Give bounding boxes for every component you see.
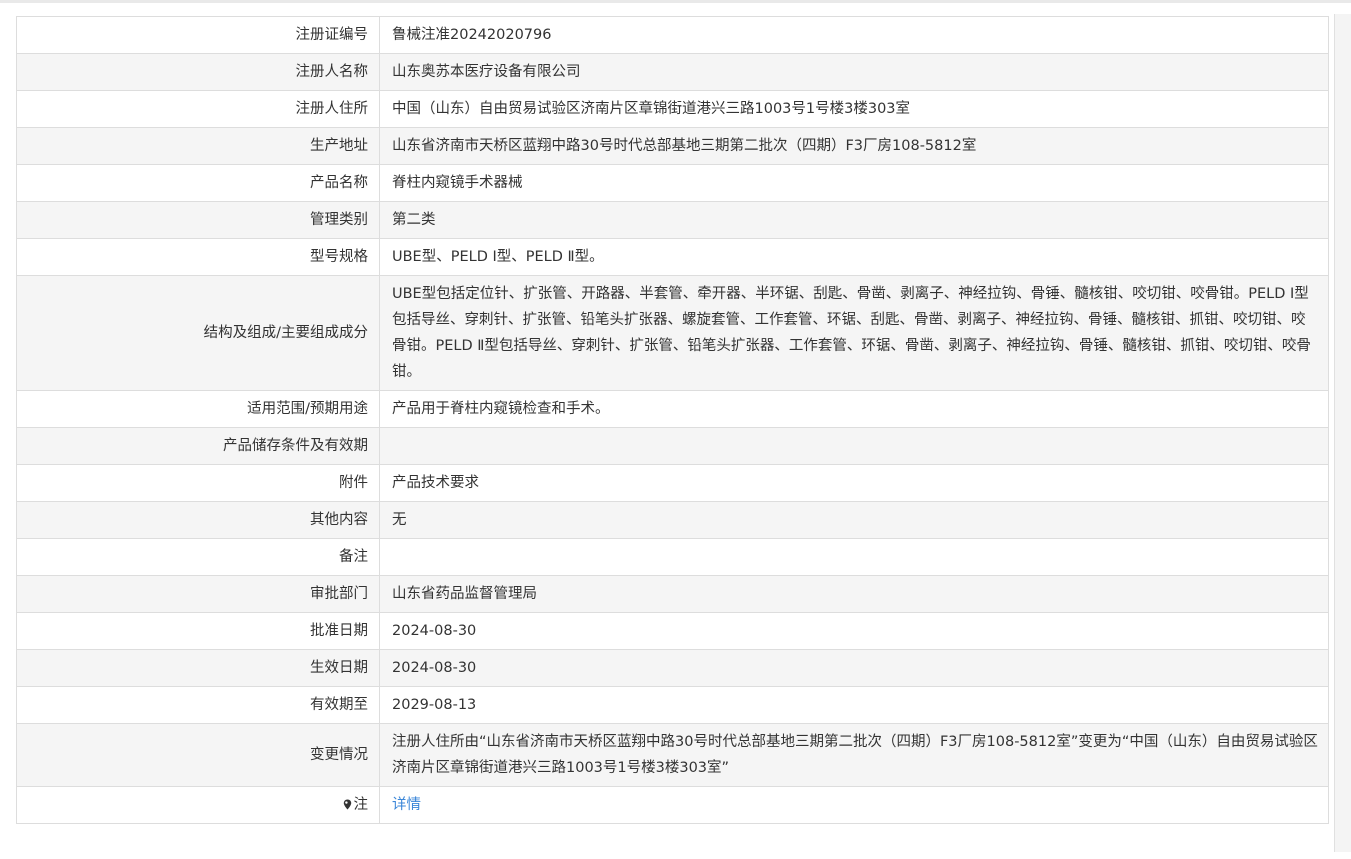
note-value-cell: 详情 — [379, 786, 1329, 824]
detail-table-body: 注册证编号 鲁械注准20242020796 注册人名称 山东奥苏本医疗设备有限公… — [16, 16, 1329, 824]
field-value: 山东省济南市天桥区蓝翔中路30号时代总部基地三期第二批次（四期）F3厂房108-… — [379, 127, 1329, 165]
table-row: 其他内容 无 — [16, 501, 1329, 539]
table-row: 产品名称 脊柱内窥镜手术器械 — [16, 164, 1329, 202]
field-value — [379, 427, 1329, 465]
field-label: 审批部门 — [16, 575, 380, 613]
field-label: 产品名称 — [16, 164, 380, 202]
table-row: 注册证编号 鲁械注准20242020796 — [16, 16, 1329, 54]
table-row: 有效期至 2029-08-13 — [16, 686, 1329, 724]
field-value: 2029-08-13 — [379, 686, 1329, 724]
details-link[interactable]: 详情 — [392, 797, 421, 813]
table-row: 适用范围/预期用途 产品用于脊柱内窥镜检查和手术。 — [16, 390, 1329, 428]
registration-detail-page: 注册证编号 鲁械注准20242020796 注册人名称 山东奥苏本医疗设备有限公… — [0, 0, 1351, 859]
field-label: 结构及组成/主要组成成分 — [16, 275, 380, 391]
field-value: 2024-08-30 — [379, 649, 1329, 687]
field-value: 2024-08-30 — [379, 612, 1329, 650]
field-value: 第二类 — [379, 201, 1329, 239]
table-row: 生效日期 2024-08-30 — [16, 649, 1329, 687]
table-row: 注册人住所 中国（山东）自由贸易试验区济南片区章锦街道港兴三路1003号1号楼3… — [16, 90, 1329, 128]
field-value: 山东省药品监督管理局 — [379, 575, 1329, 613]
table-row: 生产地址 山东省济南市天桥区蓝翔中路30号时代总部基地三期第二批次（四期）F3厂… — [16, 127, 1329, 165]
field-label: 产品储存条件及有效期 — [16, 427, 380, 465]
field-value: UBE型、PELD Ⅰ型、PELD Ⅱ型。 — [379, 238, 1329, 276]
field-value: 鲁械注准20242020796 — [379, 16, 1329, 54]
field-value — [379, 538, 1329, 576]
field-label: 变更情况 — [16, 723, 380, 787]
note-label: 注 — [353, 797, 369, 813]
field-label: 管理类别 — [16, 201, 380, 239]
table-row: 型号规格 UBE型、PELD Ⅰ型、PELD Ⅱ型。 — [16, 238, 1329, 276]
location-pin-icon — [343, 799, 351, 810]
field-value: 注册人住所由“山东省济南市天桥区蓝翔中路30号时代总部基地三期第二批次（四期）F… — [379, 723, 1329, 787]
table-row: 批准日期 2024-08-30 — [16, 612, 1329, 650]
field-label: 生产地址 — [16, 127, 380, 165]
table-row: 产品储存条件及有效期 — [16, 427, 1329, 465]
table-row: 审批部门 山东省药品监督管理局 — [16, 575, 1329, 613]
table-row: 管理类别 第二类 — [16, 201, 1329, 239]
field-value: 脊柱内窥镜手术器械 — [379, 164, 1329, 202]
field-label: 注册人住所 — [16, 90, 380, 128]
table-row: 备注 — [16, 538, 1329, 576]
field-label: 附件 — [16, 464, 380, 502]
field-value: 产品用于脊柱内窥镜检查和手术。 — [379, 390, 1329, 428]
field-value: 中国（山东）自由贸易试验区济南片区章锦街道港兴三路1003号1号楼3楼303室 — [379, 90, 1329, 128]
field-label: 适用范围/预期用途 — [16, 390, 380, 428]
table-row: 注册人名称 山东奥苏本医疗设备有限公司 — [16, 53, 1329, 91]
registration-detail-table: 注册证编号 鲁械注准20242020796 注册人名称 山东奥苏本医疗设备有限公… — [16, 16, 1329, 824]
field-value: 山东奥苏本医疗设备有限公司 — [379, 53, 1329, 91]
field-value: 产品技术要求 — [379, 464, 1329, 502]
field-label: 批准日期 — [16, 612, 380, 650]
table-row: 附件 产品技术要求 — [16, 464, 1329, 502]
field-label: 生效日期 — [16, 649, 380, 687]
field-label: 注册证编号 — [16, 16, 380, 54]
field-value: UBE型包括定位针、扩张管、开路器、半套管、牵开器、半环锯、刮匙、骨凿、剥离子、… — [379, 275, 1329, 391]
field-label: 其他内容 — [16, 501, 380, 539]
note-label-cell: 注 — [16, 786, 380, 824]
table-row: 变更情况 注册人住所由“山东省济南市天桥区蓝翔中路30号时代总部基地三期第二批次… — [16, 723, 1329, 787]
top-divider — [0, 0, 1351, 3]
field-value: 无 — [379, 501, 1329, 539]
scrollbar-track[interactable] — [1334, 14, 1351, 852]
field-label: 注册人名称 — [16, 53, 380, 91]
field-label: 备注 — [16, 538, 380, 576]
field-label: 型号规格 — [16, 238, 380, 276]
note-row: 注 详情 — [16, 786, 1329, 824]
field-label: 有效期至 — [16, 686, 380, 724]
table-row: 结构及组成/主要组成成分 UBE型包括定位针、扩张管、开路器、半套管、牵开器、半… — [16, 275, 1329, 391]
